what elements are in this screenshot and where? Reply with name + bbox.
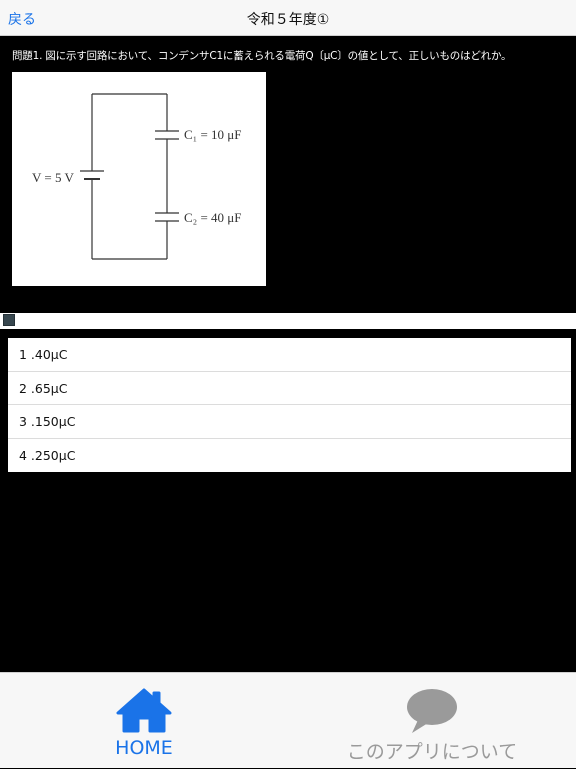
tab-bar: HOME このアプリについて bbox=[0, 672, 576, 768]
tab-about-label: このアプリについて bbox=[346, 741, 518, 763]
page-title: 令和５年度① bbox=[246, 12, 330, 28]
answer-option-4[interactable]: 4 .250μC bbox=[8, 439, 571, 473]
voltage-label: V = 5 V bbox=[32, 170, 75, 185]
c2-label: C₂ = 40 μF bbox=[184, 210, 241, 225]
circuit-diagram: V = 5 V C₁ = 10 μF C₂ = 40 μF bbox=[12, 72, 266, 286]
speech-bubble-icon bbox=[407, 689, 457, 733]
answer-checkbox[interactable] bbox=[3, 314, 15, 326]
tab-home[interactable]: HOME bbox=[0, 673, 288, 769]
answer-option-1[interactable]: 1 .40μC bbox=[8, 338, 571, 372]
circuit-svg: V = 5 V C₁ = 10 μF C₂ = 40 μF bbox=[32, 93, 241, 260]
answer-option-2[interactable]: 2 .65μC bbox=[8, 372, 571, 405]
answer-option-3[interactable]: 3 .150μC bbox=[8, 405, 571, 439]
tab-home-label: HOME bbox=[115, 737, 173, 759]
question-text: 問題1. 図に示す回路において、コンデンサC1に蓄えられる電荷Q〔μC〕の値とし… bbox=[12, 50, 512, 62]
tab-about[interactable]: このアプリについて bbox=[288, 673, 576, 769]
home-icon bbox=[116, 688, 172, 733]
answer-list: 1 .40μC 2 .65μC 3 .150μC 4 .250μC bbox=[8, 338, 571, 472]
c1-label: C₁ = 10 μF bbox=[184, 127, 241, 142]
navigation-bar: 戻る 令和５年度① bbox=[0, 0, 576, 36]
divider bbox=[0, 311, 576, 313]
answer-toggle-strip bbox=[0, 311, 576, 329]
